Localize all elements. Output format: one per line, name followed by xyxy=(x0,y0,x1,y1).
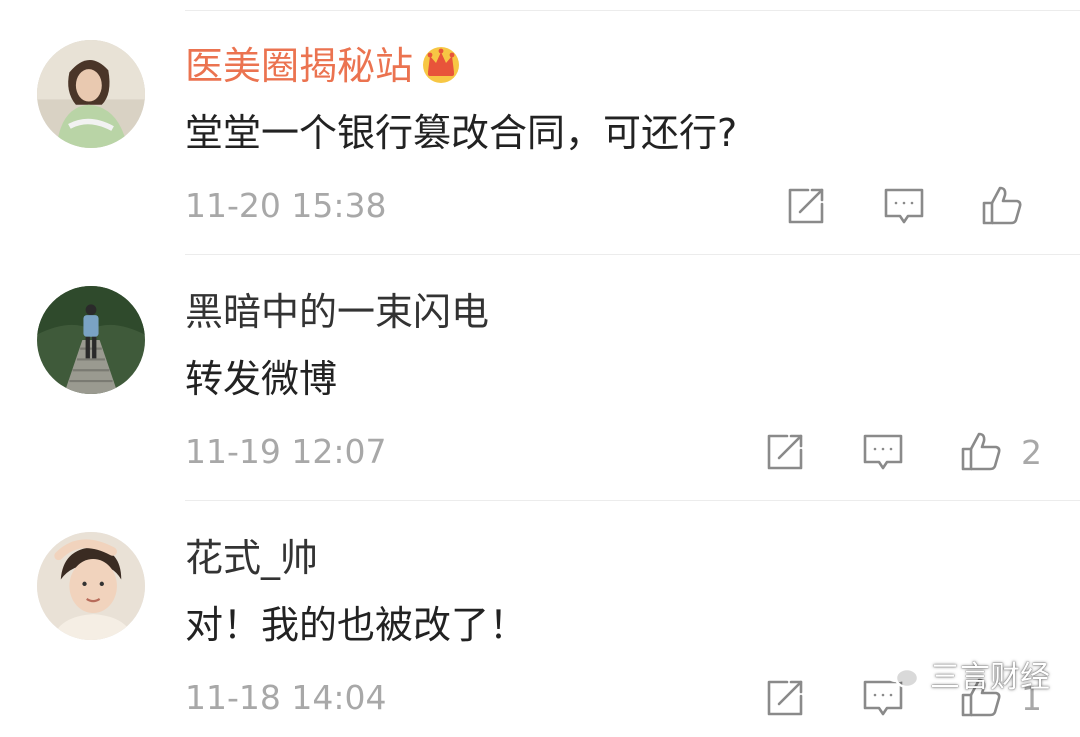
share-icon xyxy=(767,434,803,470)
crown-icon xyxy=(419,41,463,85)
action-bar: 2 xyxy=(763,424,1042,480)
like-button[interactable]: 2 xyxy=(959,430,1042,474)
comment-text: 转发微博 xyxy=(185,357,338,401)
action-bar xyxy=(784,178,1042,234)
share-button[interactable] xyxy=(763,676,807,720)
timestamp: 11-19 12:07 xyxy=(185,432,387,471)
comment-text: 堂堂一个银行篡改合同，可还行? xyxy=(185,111,738,155)
thumbs-up-icon xyxy=(982,186,1022,225)
comment-item: 医美圈揭秘站 堂堂一个银行篡改合同，可还行? 11-20 15:38 xyxy=(0,0,1080,245)
timestamp: 11-20 15:38 xyxy=(185,186,387,225)
wechat-icon xyxy=(882,657,920,689)
comment-icon xyxy=(884,188,924,224)
username[interactable]: 医美圈揭秘站 xyxy=(185,40,463,92)
like-button[interactable] xyxy=(980,184,1042,228)
comment-item: 花式_帅 对！我的也被改了！ 11-18 14:04 1 xyxy=(0,492,1080,737)
thumbs-up-icon xyxy=(961,432,1001,471)
username-text: 医美圈揭秘站 xyxy=(185,44,414,88)
avatar[interactable] xyxy=(37,532,145,640)
like-count: 2 xyxy=(1021,432,1042,472)
reply-button[interactable] xyxy=(861,430,905,474)
username[interactable]: 花式_帅 xyxy=(185,532,318,584)
comment-item: 黑暗中的一束闪电 转发微博 11-19 12:07 2 xyxy=(0,246,1080,491)
avatar[interactable] xyxy=(37,40,145,148)
timestamp: 11-18 14:04 xyxy=(185,678,387,717)
reply-button[interactable] xyxy=(882,184,926,228)
comment-text: 对！我的也被改了！ xyxy=(185,603,528,647)
comment-icon xyxy=(863,434,903,470)
watermark-text: 三言财经 xyxy=(930,660,1050,695)
share-button[interactable] xyxy=(763,430,807,474)
share-icon xyxy=(767,680,803,716)
share-icon xyxy=(788,188,824,224)
share-button[interactable] xyxy=(784,184,828,228)
watermark: 三言财经 xyxy=(882,652,1050,696)
username[interactable]: 黑暗中的一束闪电 xyxy=(185,286,489,338)
avatar[interactable] xyxy=(37,286,145,394)
